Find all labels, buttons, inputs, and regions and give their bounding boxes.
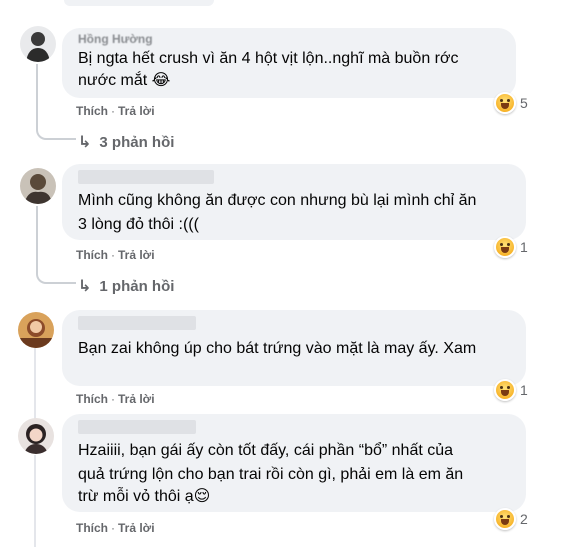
reply-arrow-icon: ↳ xyxy=(78,278,92,295)
reaction-count: 1 xyxy=(520,382,528,398)
reply-link[interactable]: Trả lời xyxy=(118,392,155,406)
previous-comment-fragment xyxy=(64,0,214,6)
avatar[interactable] xyxy=(18,312,54,348)
author-name-redacted xyxy=(78,170,214,184)
avatar[interactable] xyxy=(20,168,56,204)
comment-text-line: nước mắt 😂 xyxy=(78,72,171,89)
like-link[interactable]: Thích xyxy=(76,104,108,118)
comment-text-line: Bạn zai không úp cho bát trứng vào mặt l… xyxy=(78,340,477,357)
comment-text-line: Mình cũng không ăn được con nhưng bù lại… xyxy=(78,192,477,209)
haha-icon xyxy=(494,508,516,530)
like-link[interactable]: Thích xyxy=(76,392,108,406)
avatar[interactable] xyxy=(20,26,56,62)
comment-text-line: 3 lòng đỏ thôi :((( xyxy=(78,216,199,233)
replies-count-label: 3 phản hồi xyxy=(99,133,175,151)
reaction-count: 5 xyxy=(520,95,528,111)
author-name-redacted xyxy=(78,420,196,434)
replies-count-label: 1 phản hồi xyxy=(99,277,175,295)
comment-bubble: Mình cũng không ăn được con nhưng bù lại… xyxy=(62,164,526,240)
view-replies-link[interactable]: ↳ 3 phản hồi xyxy=(78,132,174,152)
haha-icon xyxy=(494,92,516,114)
author-name-redacted xyxy=(78,316,196,330)
comment-text-line: Bị ngta hết crush vì ăn 4 hột vịt lộn..n… xyxy=(78,50,459,67)
reaction-summary[interactable]: 1 xyxy=(494,379,528,401)
like-link[interactable]: Thích xyxy=(76,521,108,535)
reaction-summary[interactable]: 1 xyxy=(494,236,528,258)
comment-text-line: Hzaiiii, bạn gái ấy còn tốt đấy, cái phầ… xyxy=(78,442,454,459)
author-name[interactable]: Hồng Hường xyxy=(78,32,153,46)
avatar[interactable] xyxy=(18,418,54,454)
reply-link[interactable]: Trả lời xyxy=(118,248,155,262)
comment-text-line: quả trứng lộn cho bạn trai rồi còn gì, p… xyxy=(78,466,464,483)
reaction-summary[interactable]: 5 xyxy=(494,92,528,114)
like-link[interactable]: Thích xyxy=(76,248,108,262)
comment-text-line: trừ mỗi vỏ thôi ạ😌 xyxy=(78,488,211,505)
reaction-count: 2 xyxy=(520,511,528,527)
haha-icon xyxy=(494,379,516,401)
reaction-count: 1 xyxy=(520,239,528,255)
comment-actions: Thích · Trả lời xyxy=(76,104,155,118)
haha-icon xyxy=(494,236,516,258)
separator-dot: · xyxy=(111,392,115,406)
reply-arrow-icon: ↳ xyxy=(78,134,92,151)
comment-actions: Thích · Trả lời xyxy=(76,521,155,535)
comment-bubble: Hồng Hường Bị ngta hết crush vì ăn 4 hột… xyxy=(62,28,516,98)
reply-link[interactable]: Trả lời xyxy=(118,104,155,118)
separator-dot: · xyxy=(111,248,115,262)
view-replies-link[interactable]: ↳ 1 phản hồi xyxy=(78,276,174,296)
comment-bubble: Bạn zai không úp cho bát trứng vào mặt l… xyxy=(62,310,526,386)
separator-dot: · xyxy=(111,521,115,535)
comment-actions: Thích · Trả lời xyxy=(76,248,155,262)
reply-link[interactable]: Trả lời xyxy=(118,521,155,535)
separator-dot: · xyxy=(111,104,115,118)
comment-actions: Thích · Trả lời xyxy=(76,392,155,406)
comment-bubble: Hzaiiii, bạn gái ấy còn tốt đấy, cái phầ… xyxy=(62,414,526,512)
reaction-summary[interactable]: 2 xyxy=(494,508,528,530)
